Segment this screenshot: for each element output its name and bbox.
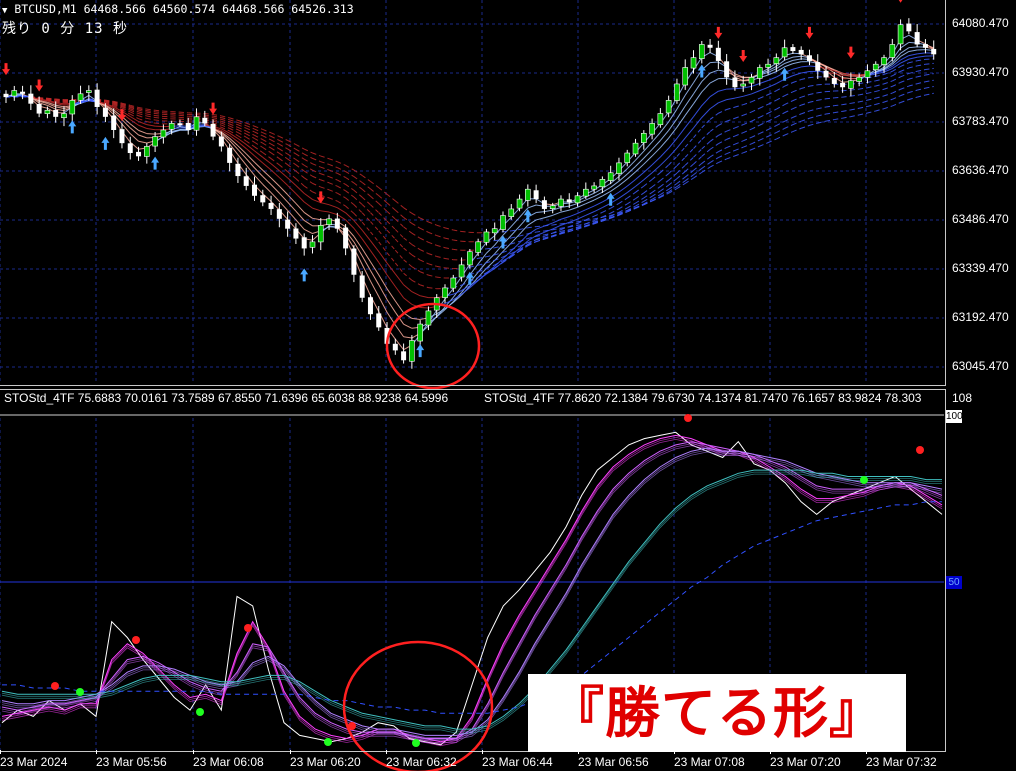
time-remaining: 残り 0 分 13 秒 (2, 21, 129, 37)
time-tick (0, 750, 1, 754)
time-tick (386, 750, 387, 754)
time-axis-label: 23 Mar 07:08 (674, 755, 745, 769)
time-axis-label: 23 Mar 06:20 (290, 755, 361, 769)
price-axis-label: 63045.470 (952, 359, 1009, 373)
time-axis-label: 23 Mar 06:32 (386, 755, 457, 769)
price-axis-label: 63192.470 (952, 310, 1009, 324)
time-axis-label: 23 Mar 2024 (0, 755, 68, 769)
chart-window: ▼ BTCUSD,M1 64468.566 64560.574 64468.56… (0, 0, 1016, 771)
price-axis-label: 63486.470 (952, 212, 1009, 226)
price-axis-label: 64080.470 (952, 16, 1009, 30)
level-50-badge: 50 (946, 576, 962, 589)
price-axis-label: 63339.470 (952, 261, 1009, 275)
indicator-max-label: 108 (952, 391, 973, 405)
time-axis-label: 23 Mar 06:44 (482, 755, 553, 769)
level-100-badge: 100 (946, 410, 963, 423)
price-axis-label: 63930.470 (952, 65, 1009, 79)
time-tick (96, 750, 97, 754)
time-axis-label: 23 Mar 07:20 (770, 755, 841, 769)
symbol-header: ▼ BTCUSD,M1 64468.566 64560.574 64468.56… (2, 2, 354, 17)
time-axis-label: 23 Mar 06:08 (193, 755, 264, 769)
indicator-label-1: STOStd_4TF 75.6883 70.0161 73.7589 67.85… (4, 391, 449, 405)
price-axis-label: 63783.470 (952, 114, 1009, 128)
win-pattern-banner: 『勝てる形』 (528, 674, 906, 752)
time-axis-label: 23 Mar 05:56 (96, 755, 167, 769)
time-axis-label: 23 Mar 06:56 (578, 755, 649, 769)
main-pane-border (0, 0, 946, 386)
dropdown-arrow-icon: ▼ (2, 6, 8, 16)
time-axis-label: 23 Mar 07:32 (866, 755, 937, 769)
time-tick (290, 750, 291, 754)
price-axis-label: 63636.470 (952, 163, 1009, 177)
time-tick (193, 750, 194, 754)
indicator-label-2: STOStd_4TF 77.8620 72.1384 79.6730 74.13… (484, 391, 922, 405)
time-tick (482, 750, 483, 754)
